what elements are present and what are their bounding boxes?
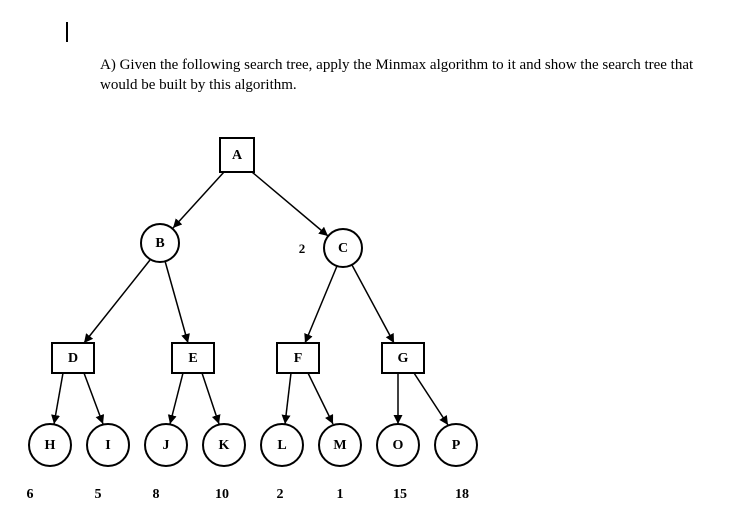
leaf-value-I: 5 xyxy=(95,487,102,502)
node-L-label: L xyxy=(277,438,286,453)
edge-A-B xyxy=(173,172,224,228)
node-J-label: J xyxy=(163,438,170,453)
leaf-value-H: 6 xyxy=(27,487,34,502)
node-A-label: A xyxy=(232,148,243,163)
node-F-label: F xyxy=(294,351,303,366)
node-K-label: K xyxy=(219,438,230,453)
leaf-value-K: 10 xyxy=(215,487,229,502)
edge-A-C xyxy=(252,172,328,236)
node-O-label: O xyxy=(393,438,404,453)
node-I-label: I xyxy=(105,438,110,453)
node-H-label: H xyxy=(45,438,56,453)
page-canvas: A) Given the following search tree, appl… xyxy=(0,0,743,525)
node-P-label: P xyxy=(452,438,461,453)
edge-E-J xyxy=(170,373,183,424)
leaf-value-L: 2 xyxy=(277,487,284,502)
edge-D-I xyxy=(84,373,103,424)
edge-C-G xyxy=(352,265,394,343)
edge-B-E xyxy=(165,261,188,343)
leaf-value-J: 8 xyxy=(153,487,160,502)
edge-F-M xyxy=(308,373,333,424)
edge-C-F xyxy=(305,266,337,343)
node-E-label: E xyxy=(188,351,197,366)
node-M-label: M xyxy=(333,438,346,453)
edge-G-P xyxy=(414,373,448,425)
edge-B-D xyxy=(84,260,150,343)
leaf-value-O: 15 xyxy=(393,487,407,502)
node-D-label: D xyxy=(68,351,78,366)
node-G-label: G xyxy=(398,351,409,366)
node-C-label: C xyxy=(338,241,348,256)
edge-E-K xyxy=(202,373,219,424)
leaf-value-P: 18 xyxy=(455,487,469,502)
tree-svg: 2 A B C D E F G xyxy=(0,0,743,525)
leaf-value-M: 1 xyxy=(337,487,344,502)
edge-F-L xyxy=(285,373,291,424)
node-B-label: B xyxy=(155,236,164,251)
edge-label-A-C: 2 xyxy=(299,241,306,256)
edge-D-H xyxy=(54,373,63,424)
